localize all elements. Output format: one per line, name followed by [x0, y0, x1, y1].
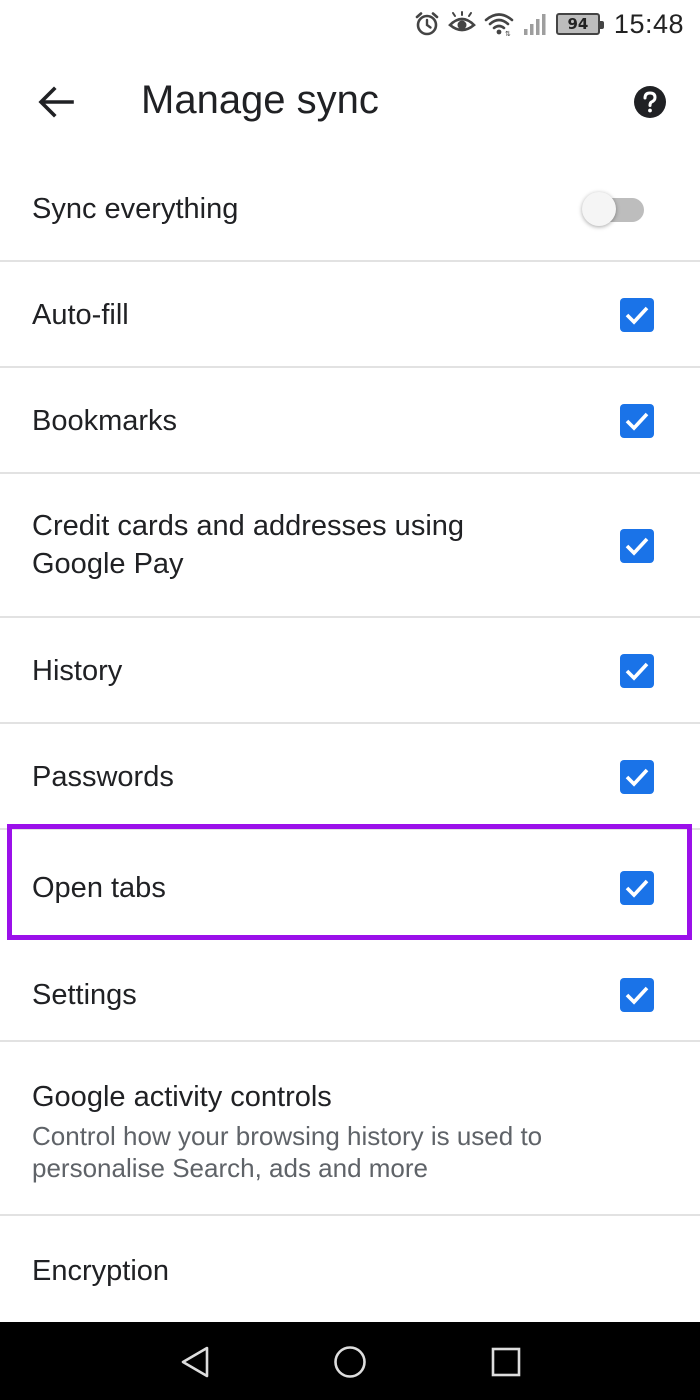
- sync-item-label: Passwords: [32, 761, 174, 793]
- checkbox-auto-fill[interactable]: [620, 298, 654, 332]
- sync-item-row[interactable]: Auto-fill: [0, 262, 700, 368]
- battery-level: 94: [567, 15, 589, 33]
- sync-item-row[interactable]: Bookmarks: [0, 368, 700, 474]
- activity-controls-description: Control how your browsing history is use…: [32, 1121, 543, 1151]
- clock: 15:48: [613, 8, 684, 39]
- encryption-label: Encryption: [32, 1255, 170, 1287]
- sync-everything-row[interactable]: Sync everything: [0, 156, 700, 262]
- sync-item-label: Open tabs: [32, 872, 166, 904]
- sync-item-row[interactable]: History: [0, 618, 700, 724]
- app-bar: Manage sync: [0, 48, 700, 156]
- toggle-thumb: [582, 192, 616, 226]
- status-icons: ⇅ 94 15:48: [414, 8, 684, 40]
- battery-icon: 94: [555, 13, 604, 35]
- sync-item-row[interactable]: Passwords: [0, 724, 700, 830]
- checkbox-bookmarks[interactable]: [620, 404, 654, 438]
- recents-square-icon: [491, 1347, 521, 1377]
- checkmark-icon: [625, 412, 649, 431]
- eye-comfort-icon: [447, 11, 476, 32]
- help-icon: [634, 86, 666, 118]
- wifi-icon: ⇅: [484, 13, 514, 37]
- checkbox-history[interactable]: [620, 654, 654, 688]
- google-activity-controls-row[interactable]: Google activity controls Control how you…: [0, 1042, 700, 1216]
- sync-item-label: Auto-fill: [32, 299, 129, 331]
- back-button[interactable]: [22, 68, 90, 136]
- checkmark-icon: [625, 662, 649, 681]
- checkmark-icon: [625, 537, 649, 556]
- sync-item-label: Settings: [32, 979, 137, 1011]
- sync-item-row[interactable]: Credit cards and addresses using Google …: [0, 474, 700, 618]
- checkbox-passwords[interactable]: [620, 760, 654, 794]
- nav-back-button[interactable]: [167, 1334, 223, 1390]
- checkmark-icon: [625, 879, 649, 898]
- status-bar: ⇅ 94 15:48: [0, 0, 700, 48]
- checkbox-open-tabs[interactable]: [620, 871, 654, 905]
- sync-item-label: History: [32, 655, 123, 687]
- alarm-icon: [415, 12, 439, 36]
- sync-everything-toggle[interactable]: [582, 192, 648, 226]
- sync-item-row[interactable]: Settings: [0, 936, 700, 1042]
- navigation-bar: [0, 1322, 700, 1400]
- encryption-row[interactable]: Encryption: [0, 1216, 700, 1320]
- sync-item-label: Credit cards and addresses using: [32, 510, 465, 542]
- help-button[interactable]: [618, 72, 682, 132]
- nav-recents-button[interactable]: [478, 1334, 534, 1390]
- back-triangle-icon: [181, 1346, 209, 1378]
- activity-controls-description-line2: personalise Search, ads and more: [32, 1153, 429, 1183]
- page-title: Manage sync: [141, 78, 379, 122]
- sync-item-row[interactable]: Open tabs: [0, 830, 700, 936]
- checkmark-icon: [625, 986, 649, 1005]
- home-circle-icon: [334, 1346, 366, 1378]
- sync-item-label-line2: Google Pay: [32, 548, 184, 580]
- arrow-back-icon: [38, 86, 74, 118]
- checkbox-credit-cards[interactable]: [620, 529, 654, 563]
- sync-everything-label: Sync everything: [32, 193, 239, 225]
- checkmark-icon: [625, 768, 649, 787]
- svg-text:⇅: ⇅: [505, 30, 511, 37]
- checkmark-icon: [625, 306, 649, 325]
- activity-controls-title: Google activity controls: [32, 1081, 332, 1113]
- sync-item-label: Bookmarks: [32, 405, 178, 437]
- signal-icon: [523, 14, 546, 35]
- checkbox-settings[interactable]: [620, 978, 654, 1012]
- settings-list: Sync everything Auto-fill Bookmarks Cred…: [0, 156, 700, 1320]
- nav-home-button[interactable]: [322, 1334, 378, 1390]
